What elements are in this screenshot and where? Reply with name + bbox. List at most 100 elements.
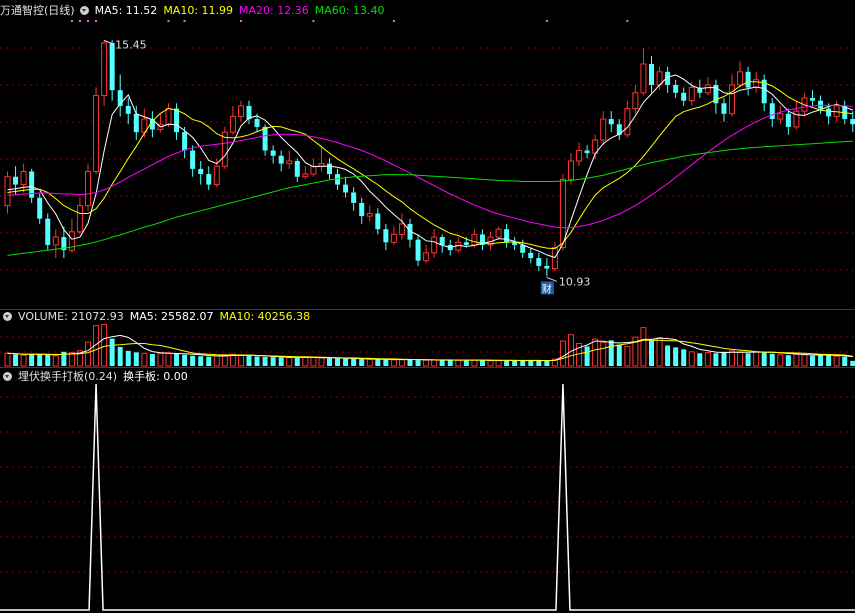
candle-down [133,113,139,133]
volume-bar-up [777,354,784,367]
volume-bar-down [761,352,767,366]
volume-bar-down [544,360,550,366]
candle-down [584,150,590,154]
candle-up [704,84,711,94]
candle-down [13,176,19,185]
candle-up [398,223,405,235]
candle-down [415,239,421,261]
volume-bar-up [455,359,462,367]
candle-up [568,160,574,180]
candle-down [785,113,791,127]
candle-up [729,84,735,115]
volume-bar-up [52,355,59,367]
volume-bar-up [487,360,494,367]
volume-bar-down [649,340,654,366]
candle-down [810,98,815,101]
candle-down [375,213,381,230]
candle-down [351,192,357,203]
candle-down [504,229,510,243]
candle-down [270,150,276,156]
volume-bar-down [270,357,276,366]
candle-down [512,242,518,245]
chart-canvas[interactable]: 15.45 10.93 财 [0,0,855,613]
volume-bar-down [673,347,679,366]
volume-bar-up [624,345,631,367]
volume-bar-down [713,353,719,366]
volume-bar-up [157,353,164,367]
volume-bar-up [656,337,663,367]
volume-bar-up [165,352,172,367]
volume-bar-up [390,359,397,367]
volume-bar-down [536,360,542,366]
candle-down [182,132,188,151]
candle-down [294,161,300,177]
candle-down [125,105,131,114]
candle-up [777,113,784,120]
signal-dot [239,20,242,22]
volume-bar-down [133,352,139,366]
volume-bar-up [318,357,325,367]
volume-bar-down [254,356,260,366]
candle-up [20,170,27,186]
candle-up [390,233,397,243]
volume-bar-down [383,359,389,366]
candle-down [45,218,51,245]
candle-down [254,119,260,127]
candle-up [471,233,478,246]
volume-bar-down [850,360,855,366]
volume-bar-down [512,360,518,366]
volume-bar-up [559,340,566,367]
volume-bar-down [246,355,252,366]
volume-bar-down [842,356,848,366]
volume-bar-down [826,355,832,366]
high-label: 15.45 [115,38,147,51]
candle-up [286,160,293,165]
volume-bar-down [13,354,19,366]
volume-bar-down [117,346,123,366]
candle-down [673,84,679,93]
candle-down [528,252,534,259]
volume-bar-down [359,359,365,366]
volume-bar-down [294,357,300,366]
candle-up [165,108,172,125]
signal-dot [392,20,395,22]
candle-up [52,236,59,246]
volume-bar-down [447,360,453,366]
candle-down [826,108,832,117]
volume-bar-down [681,349,687,366]
volume-bar-down [665,345,671,366]
candle-down [769,103,775,120]
candle-down [37,197,43,219]
candle-down [818,100,824,109]
volume-bar-down [407,359,413,366]
candle-down [850,119,855,125]
signal-dot [545,20,548,22]
candle-up [237,105,244,117]
volume-bar-down [278,357,284,366]
candle-up [551,247,558,270]
volume-bar-down [616,344,622,366]
volume-bar-up [366,358,373,367]
signal-dot [95,20,98,22]
signal-dot [183,20,186,22]
candle-down [198,168,204,175]
candle-down [649,63,654,85]
volume-bar-down [785,355,791,366]
volume-bar-up [801,354,808,367]
signal-dot [312,20,315,22]
volume-bar-up [688,351,695,367]
candle-up [93,94,100,172]
volume-bar-up [423,359,430,367]
signal-dot [78,20,81,22]
volume-bar-down [528,360,534,366]
candle-up [753,79,760,89]
volume-bar-down [608,340,614,366]
volume-bar-up [141,352,148,367]
volume-bar-down [463,360,469,366]
signal-dot [70,20,73,22]
candle-down [109,42,115,91]
volume-bar-down [343,358,349,366]
candle-up [366,212,373,217]
candle-up [431,236,438,254]
candle-up [229,115,236,133]
